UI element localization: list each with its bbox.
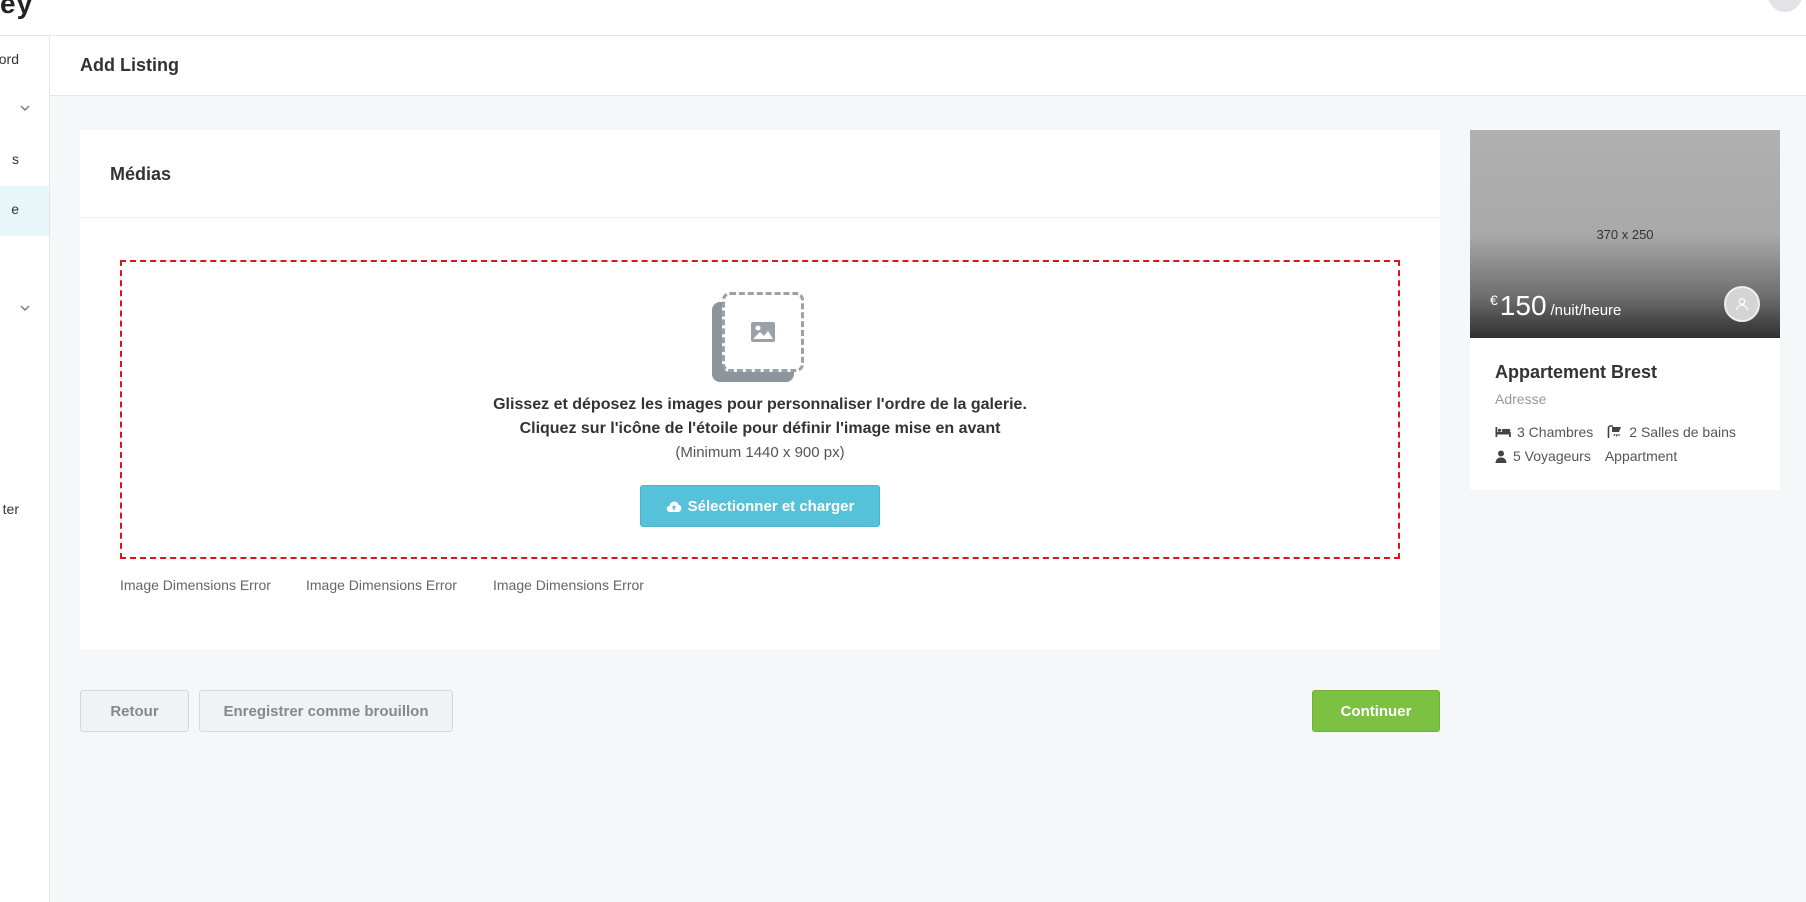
sidebar-item-label: e	[11, 201, 19, 217]
listing-features-row: 5 Voyageurs Appartment	[1495, 448, 1691, 464]
bedrooms-feature: 3 Chambres	[1495, 424, 1593, 440]
sidebar-item-label: s	[12, 151, 19, 167]
dropzone-min-size: (Minimum 1440 x 900 px)	[675, 444, 845, 461]
user-icon	[1736, 298, 1748, 311]
chevron-down-icon	[20, 302, 30, 316]
sidebar: ord s e ter	[0, 36, 50, 902]
sidebar-item-group-1[interactable]	[0, 86, 49, 136]
listing-preview-card: 370 x 250 €150/nuit/heure Appartement Br…	[1470, 130, 1780, 490]
image-error: Image Dimensions Error	[306, 577, 457, 593]
sidebar-item-group-2[interactable]	[0, 286, 49, 336]
back-button[interactable]: Retour	[80, 690, 189, 732]
image-error: Image Dimensions Error	[493, 577, 644, 593]
shower-icon	[1607, 425, 1622, 438]
listing-features-row: 3 Chambres 2 Salles de bains	[1495, 424, 1750, 440]
agent-avatar	[1724, 286, 1760, 322]
guests-count: 5 Voyageurs	[1513, 448, 1591, 464]
person-icon	[1495, 450, 1507, 463]
select-upload-label: Sélectionner et charger	[687, 497, 855, 515]
chevron-down-icon	[20, 102, 30, 116]
listing-address: Adresse	[1495, 391, 1547, 407]
dropzone-instruction-drag: Glissez et déposez les images pour perso…	[493, 396, 1027, 413]
image-error: Image Dimensions Error	[120, 577, 271, 593]
price-unit: /nuit/heure	[1550, 302, 1622, 319]
sidebar-item-listings[interactable]: s	[0, 136, 49, 186]
bedrooms-count: 3 Chambres	[1517, 424, 1594, 440]
image-icon	[751, 322, 775, 342]
page-header: Add Listing	[50, 36, 1806, 96]
image-upload-icon	[712, 292, 804, 382]
price-amount: 150	[1499, 290, 1547, 321]
sidebar-item-add[interactable]: e	[0, 186, 49, 236]
user-avatar[interactable]	[1768, 0, 1802, 12]
cloud-upload-icon	[666, 501, 682, 512]
media-card: Médias Glissez et déposez les images pou…	[80, 130, 1440, 649]
bed-icon	[1495, 427, 1511, 437]
sidebar-item-dashboard[interactable]: ord	[0, 36, 49, 86]
dropzone-instruction-star: Cliquez sur l'icône de l'étoile pour déf…	[519, 420, 1001, 437]
guests-feature: 5 Voyageurs	[1495, 448, 1591, 464]
sidebar-item-label: ord	[0, 51, 19, 67]
continue-button[interactable]: Continuer	[1312, 690, 1440, 732]
preview-image-placeholder: 370 x 250 €150/nuit/heure	[1470, 130, 1780, 338]
price-currency: €	[1490, 292, 1498, 308]
sidebar-item-other[interactable]: ter	[0, 486, 49, 536]
sidebar-item-label: ter	[2, 501, 19, 517]
property-type: Appartment	[1605, 448, 1677, 464]
top-bar: ey	[0, 0, 1806, 36]
card-title: Médias	[110, 164, 172, 184]
bathrooms-feature: 2 Salles de bains	[1607, 424, 1736, 440]
property-type-label: Appartment	[1604, 448, 1678, 464]
preview-price: €150/nuit/heure	[1490, 290, 1621, 322]
bathrooms-count: 2 Salles de bains	[1629, 424, 1736, 440]
placeholder-dimensions: 370 x 250	[1596, 227, 1654, 242]
card-header: Médias	[80, 130, 1440, 218]
image-dropzone[interactable]: Glissez et déposez les images pour perso…	[120, 260, 1400, 559]
listing-title: Appartement Brest	[1495, 362, 1658, 382]
select-upload-button[interactable]: Sélectionner et charger	[640, 485, 880, 527]
app-logo[interactable]: ey	[0, 0, 33, 20]
page-title: Add Listing	[80, 55, 179, 75]
save-draft-button[interactable]: Enregistrer comme brouillon	[199, 690, 453, 732]
